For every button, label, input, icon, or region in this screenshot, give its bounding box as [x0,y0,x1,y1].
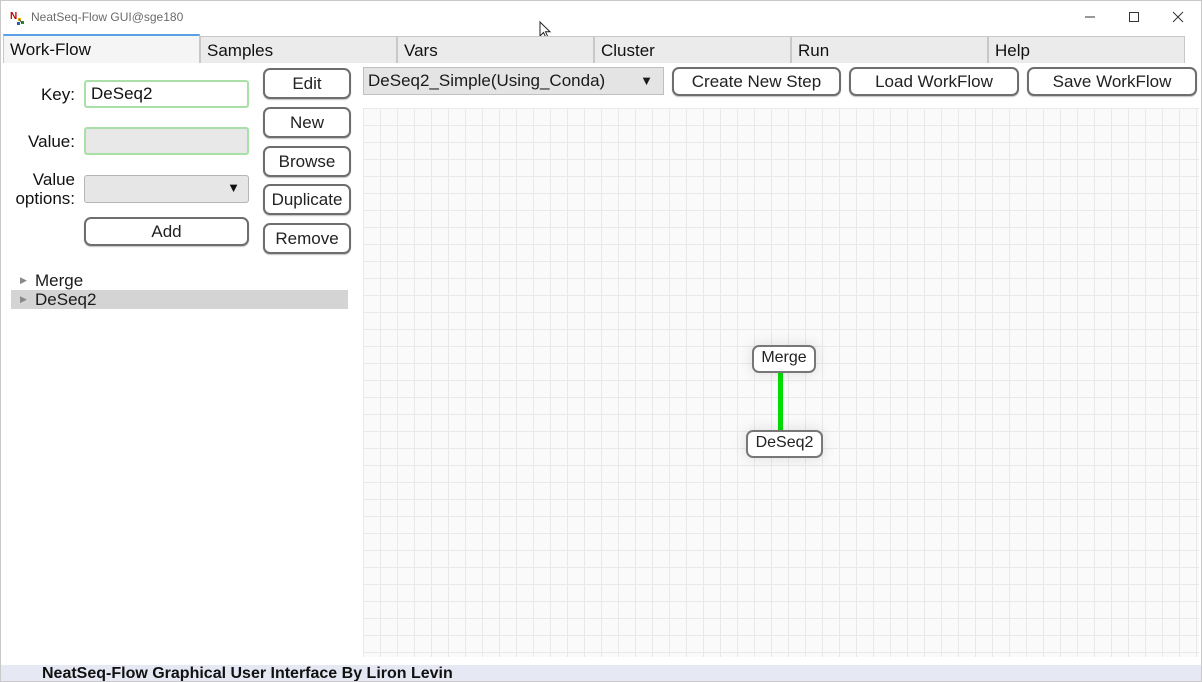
window-title: NeatSeq-Flow GUI@sge180 [31,10,184,24]
value-label: Value: [28,132,75,151]
step-template-select[interactable]: DeSeq2_Simple(Using_Conda) ▼ [363,67,664,95]
graph-node-deseq2[interactable]: DeSeq2 [746,430,823,458]
browse-button[interactable]: Browse [263,146,351,177]
value-input[interactable] [84,127,249,155]
key-input[interactable] [84,80,249,108]
value-options-label-line1: Value [32,170,75,189]
tree-item-label: Merge [35,271,84,290]
tree-item-label: DeSeq2 [35,290,97,309]
maximize-icon [1129,11,1139,22]
expand-arrow-icon[interactable]: ▶ [20,290,27,309]
dropdown-arrow-icon: ▼ [640,73,653,88]
remove-button[interactable]: Remove [263,223,351,254]
save-workflow-button[interactable]: Save WorkFlow [1027,67,1197,96]
tab-vars[interactable]: Vars [397,36,594,63]
tab-run[interactable]: Run [791,36,988,63]
value-options-label: Value options: [5,170,75,208]
tree-item-deseq2[interactable]: ▶ DeSeq2 [11,290,348,309]
value-options-label-line2: options: [15,189,75,208]
graph-node-merge[interactable]: Merge [752,345,816,373]
workflow-tree: ▶ Merge ▶ DeSeq2 [11,271,348,309]
close-icon [1172,11,1184,22]
svg-text:N: N [10,11,17,22]
tree-item-merge[interactable]: ▶ Merge [11,271,348,290]
duplicate-button[interactable]: Duplicate [263,184,351,215]
tab-help[interactable]: Help [988,36,1185,63]
create-new-step-button[interactable]: Create New Step [672,67,841,96]
minimize-button[interactable] [1067,1,1113,32]
title-bar[interactable]: N NeatSeq-Flow GUI@sge180 [1,1,1201,32]
tab-cluster[interactable]: Cluster [594,36,791,63]
minimize-icon [1085,16,1095,17]
maximize-button[interactable] [1111,1,1157,32]
edit-button[interactable]: Edit [263,68,351,99]
expand-arrow-icon[interactable]: ▶ [20,271,27,290]
key-label: Key: [40,85,75,104]
app-window: N NeatSeq-Flow GUI@sge180 Work-Flow Samp… [0,0,1202,682]
status-text: NeatSeq-Flow Graphical User Interface By… [42,665,453,681]
tab-samples[interactable]: Samples [200,36,397,63]
dropdown-arrow-icon: ▼ [227,180,240,195]
add-button[interactable]: Add [84,217,249,246]
status-bar: NeatSeq-Flow Graphical User Interface By… [1,665,1201,681]
close-button[interactable] [1155,1,1201,32]
value-options-select[interactable]: ▼ [84,175,249,203]
step-template-value: DeSeq2_Simple(Using_Conda) [368,71,606,90]
graph-edge-merge-deseq2 [778,372,783,431]
app-logo-icon: N [10,11,24,25]
main-tab-bar: Work-Flow Samples Vars Cluster Run Help [1,34,1201,63]
load-workflow-button[interactable]: Load WorkFlow [849,67,1019,96]
tab-work-flow[interactable]: Work-Flow [3,34,200,63]
new-button[interactable]: New [263,107,351,138]
